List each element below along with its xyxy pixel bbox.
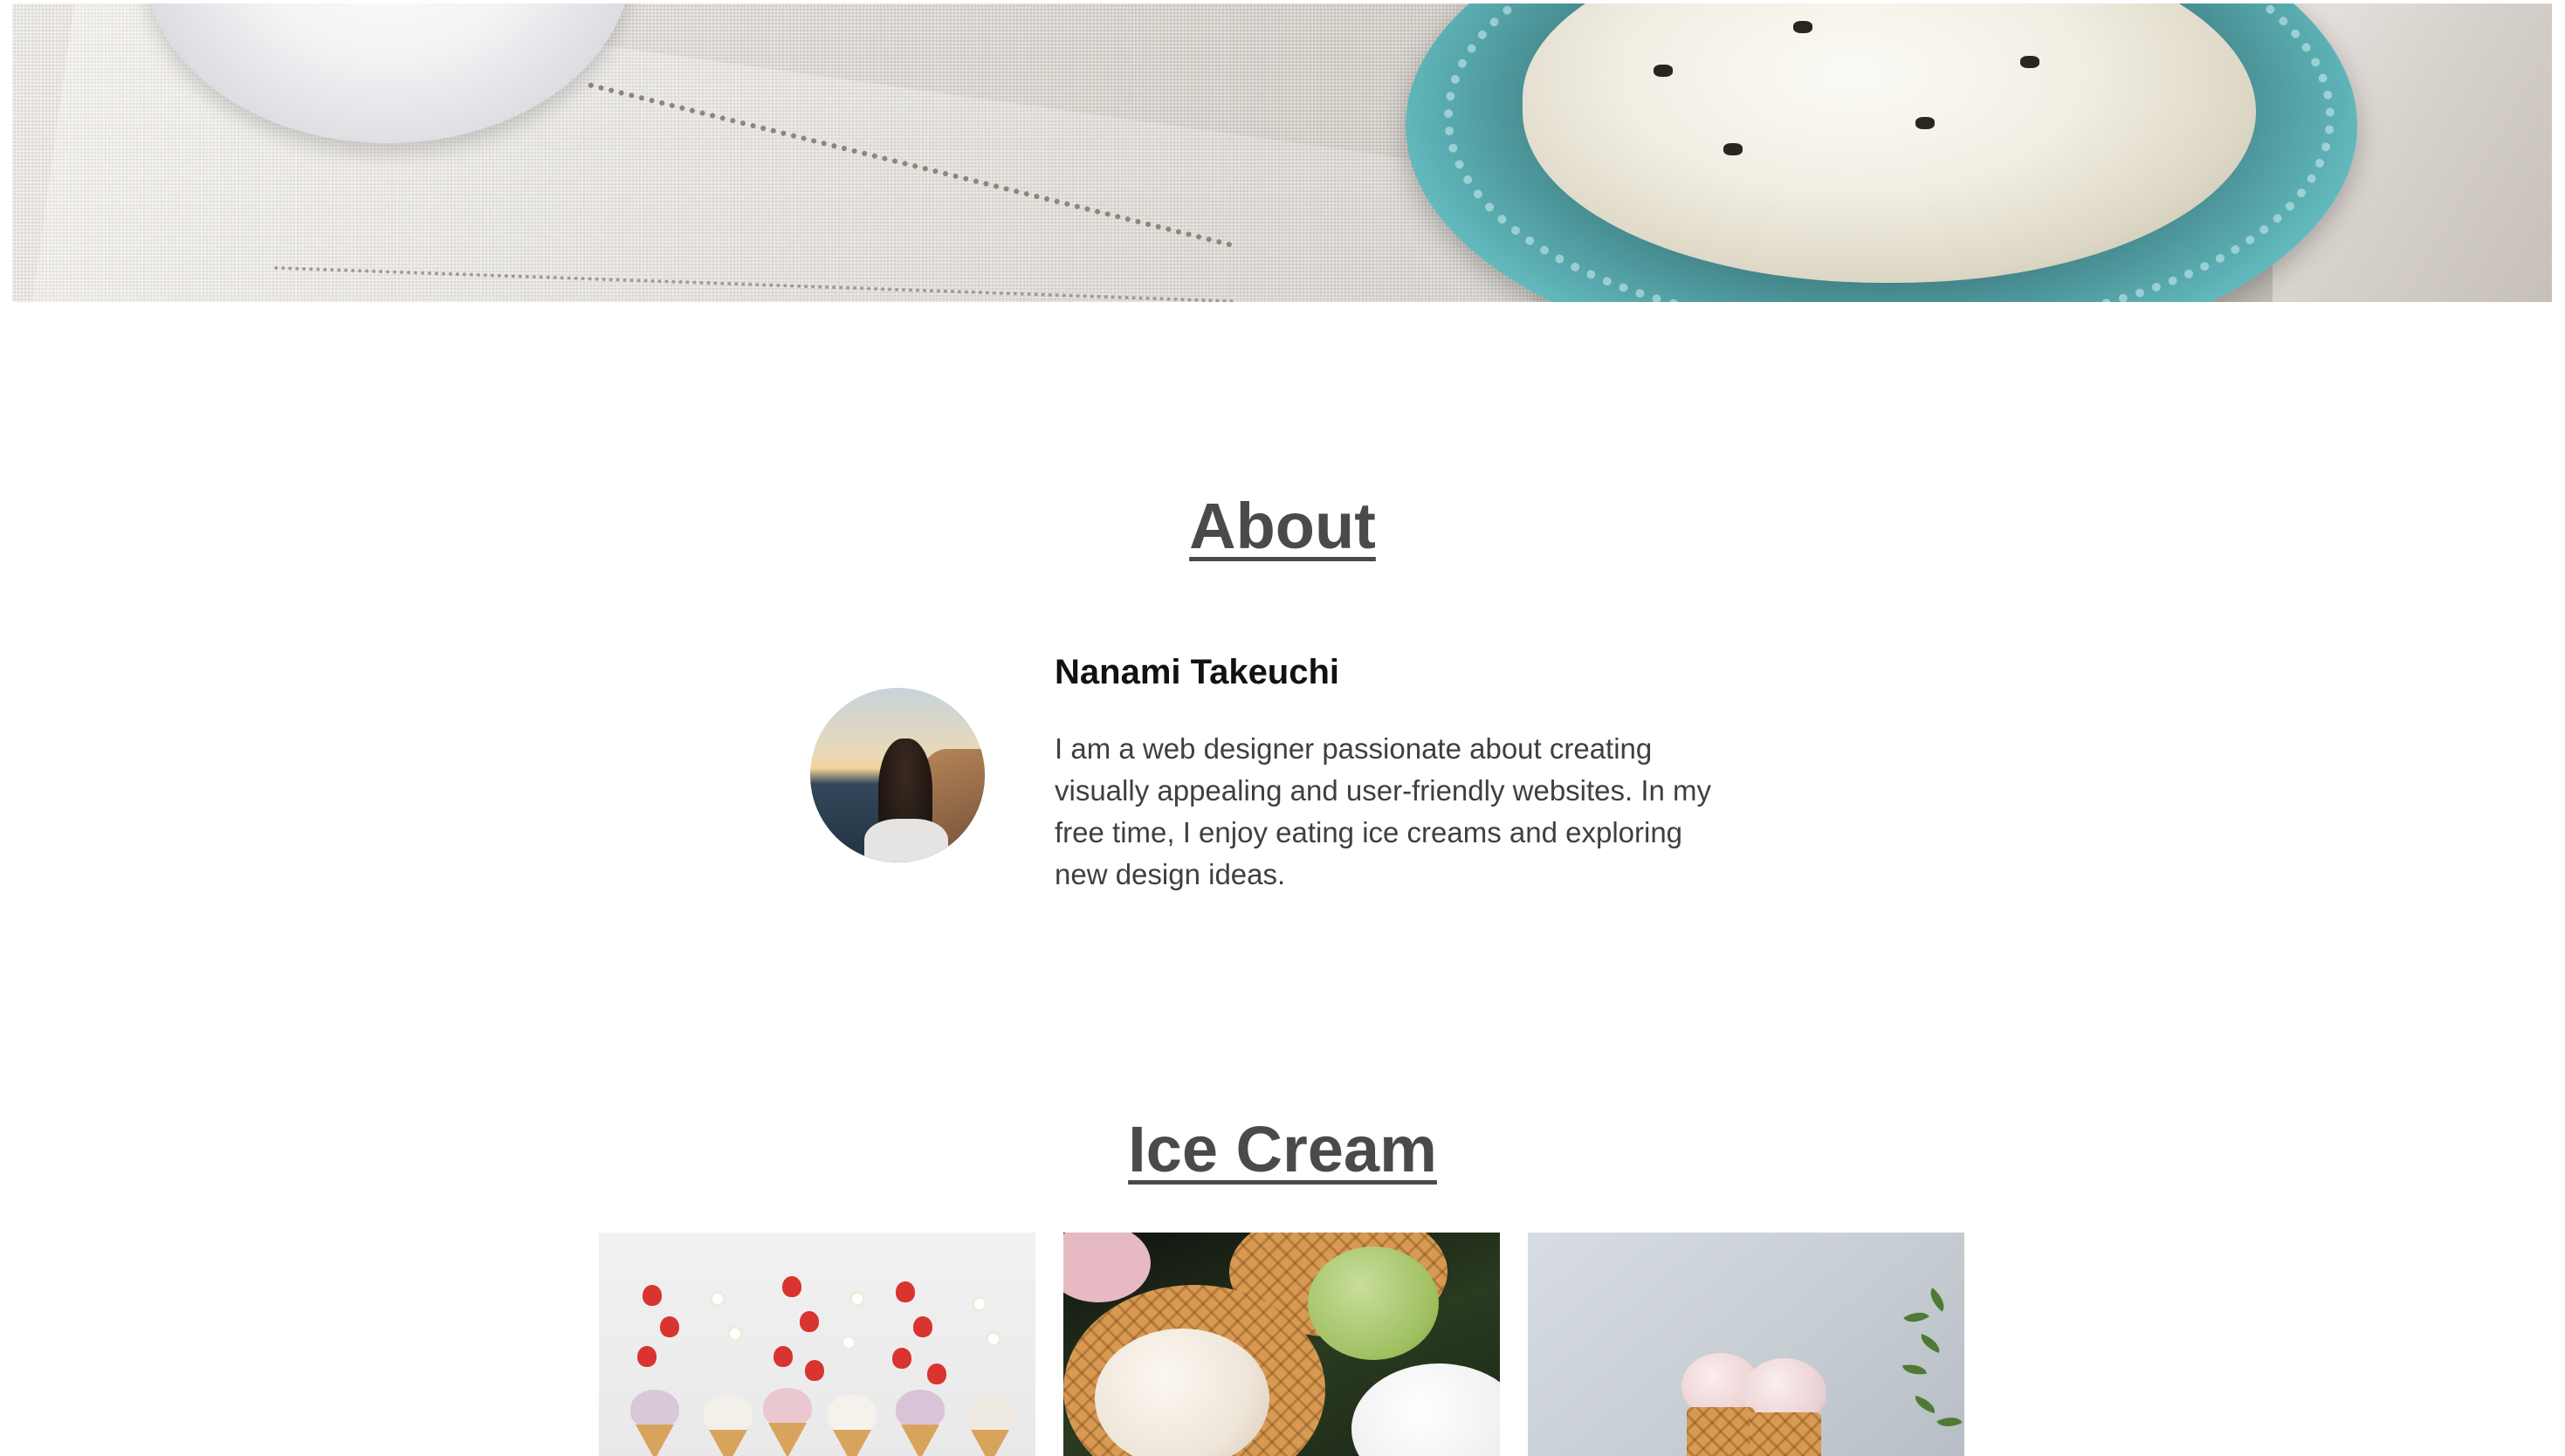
strawberry (643, 1285, 662, 1306)
gallery-image-two-cones[interactable] (1528, 1233, 1964, 1456)
ice-cream-scoop (966, 1395, 1014, 1433)
pink-scoop (1063, 1233, 1151, 1302)
strawberry (637, 1346, 657, 1367)
ice-cream-scoop (704, 1395, 753, 1433)
page: About Nanami Takeuchi I am a web designe… (0, 0, 2565, 1456)
avatar (810, 688, 985, 862)
cone (1750, 1412, 1821, 1456)
gallery-image-strawberry-cones[interactable] (599, 1233, 1035, 1456)
white-flower (843, 1337, 854, 1348)
chocolate-chip (1723, 143, 1743, 155)
chocolate-chip (1793, 21, 1812, 33)
strawberry (782, 1276, 801, 1297)
cone (901, 1425, 939, 1456)
ice-cream-scoop (630, 1390, 679, 1428)
cone (833, 1430, 871, 1456)
hero-banner-image (12, 3, 2552, 302)
strawberry (913, 1316, 932, 1337)
leaf (1912, 1395, 1938, 1414)
strawberry (805, 1360, 824, 1381)
matcha-scoop (1308, 1247, 1439, 1360)
chocolate-chip (1915, 117, 1935, 129)
ice-cream-scoop (763, 1388, 812, 1426)
white-flower (730, 1329, 740, 1339)
ice-cream-heading[interactable]: Ice Cream (0, 1117, 2565, 1182)
gallery-image-waffle-bowls[interactable] (1063, 1233, 1500, 1456)
leaf (1936, 1411, 1963, 1432)
leaf (1917, 1333, 1943, 1354)
white-flower (712, 1294, 723, 1304)
about-name: Nanami Takeuchi (1055, 653, 1340, 691)
about-bio: I am a web designer passionate about cre… (1055, 732, 1712, 890)
avatar-person-body (864, 819, 948, 862)
ice-cream-gallery (599, 1233, 1966, 1456)
white-flower (852, 1294, 863, 1304)
ice-cream-scoop (828, 1395, 877, 1433)
chocolate-chip (2020, 56, 2039, 68)
cone (1687, 1407, 1755, 1456)
white-flower (988, 1334, 999, 1344)
cone (971, 1430, 1009, 1456)
about-section: Nanami Takeuchi I am a web designer pass… (808, 646, 1769, 908)
cone (636, 1425, 674, 1456)
strawberry (892, 1348, 911, 1369)
strawberry (660, 1316, 679, 1337)
strawberry (896, 1281, 915, 1302)
cone (709, 1430, 747, 1456)
milk-scoop (1351, 1363, 1500, 1456)
strawberry (800, 1311, 819, 1332)
about-heading[interactable]: About (0, 494, 2565, 559)
leaf (1924, 1288, 1950, 1312)
cone (768, 1423, 807, 1456)
ice-cream-scoop (896, 1390, 945, 1428)
strawberry (927, 1363, 946, 1384)
white-flower (974, 1299, 985, 1309)
strawberry (774, 1346, 793, 1367)
leaf (1903, 1306, 1929, 1329)
leaf (1901, 1361, 1928, 1378)
vanilla-scoop (1095, 1329, 1269, 1456)
chocolate-chip (1654, 65, 1673, 77)
